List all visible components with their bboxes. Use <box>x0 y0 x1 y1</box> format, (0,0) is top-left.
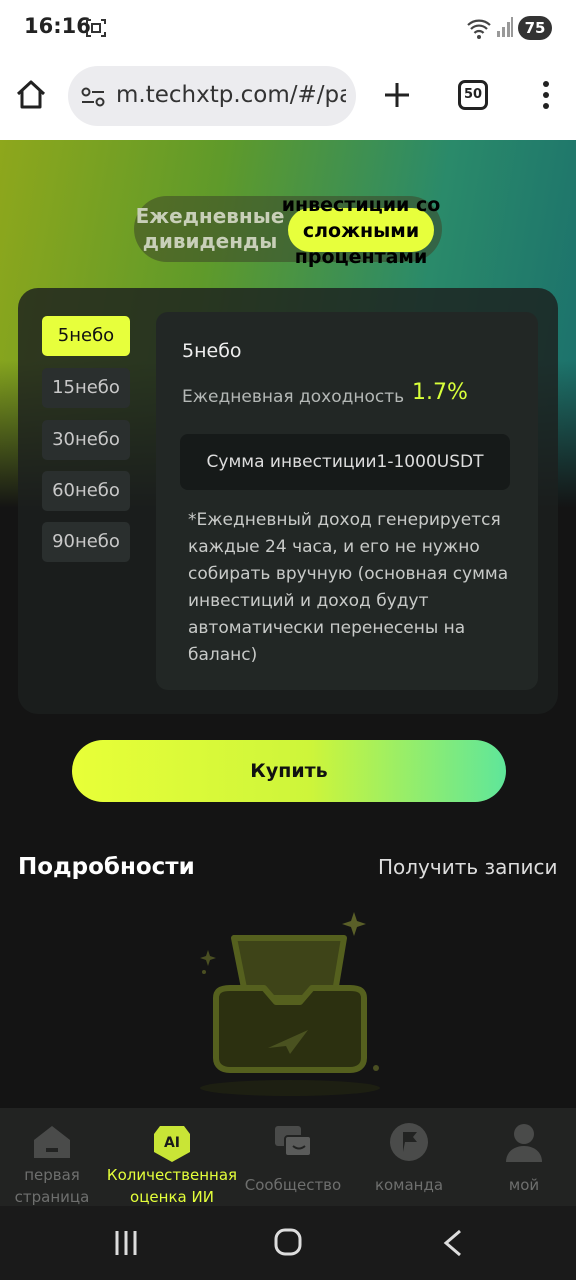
plan-title: 5небо <box>182 340 242 362</box>
recents-icon[interactable] <box>112 1228 140 1258</box>
profile-icon <box>506 1124 542 1162</box>
empty-inbox-icon <box>200 912 380 1096</box>
daily-yield-label: Ежедневная доходность <box>182 387 405 407</box>
ai-icon: AI <box>154 1126 190 1162</box>
url-text: m.techxtp.com/#/pa <box>116 82 346 108</box>
nav-ai-quant[interactable]: AI Количественная оценка ИИ <box>104 1108 240 1206</box>
home-button-icon[interactable] <box>272 1226 304 1258</box>
investment-type-toggle: Ежедневные дивиденды инвестиции со сложн… <box>134 194 442 268</box>
daily-dividends-option[interactable]: Ежедневные дивиденды <box>134 204 286 254</box>
income-note: *Ежедневный доход генерируется каждые 24… <box>188 510 509 665</box>
plan-tab-30[interactable]: 30небо <box>42 420 130 460</box>
home-icon[interactable] <box>14 78 48 112</box>
nav-profile-label: мой <box>508 1176 540 1194</box>
nav-home[interactable]: первая страница <box>0 1108 104 1206</box>
flag-icon <box>390 1123 428 1161</box>
tab-switcher-button[interactable]: 50 <box>458 80 488 110</box>
site-settings-icon[interactable] <box>80 84 106 110</box>
screenshot-icon <box>86 19 106 37</box>
plan-tab-15[interactable]: 15небо <box>42 368 130 408</box>
nav-community-label: Сообщество <box>244 1176 342 1194</box>
status-time: 16:16 <box>24 14 91 38</box>
system-navigation-bar <box>0 1206 576 1280</box>
plan-tab-90[interactable]: 90небо <box>42 522 130 562</box>
nav-ai-quant-label: Количественная оценка ИИ <box>106 1166 238 1206</box>
address-bar[interactable]: m.techxtp.com/#/pa <box>68 66 356 126</box>
home-icon <box>34 1126 70 1158</box>
battery-indicator: 75 <box>518 16 552 40</box>
wifi-icon <box>467 19 491 39</box>
get-records-link[interactable]: Получить записи <box>378 855 557 879</box>
more-vert-icon[interactable] <box>536 78 556 112</box>
plan-tab-5[interactable]: 5небо <box>42 316 130 356</box>
plan-tab-60[interactable]: 60небо <box>42 471 130 511</box>
details-title: Подробности <box>18 854 195 880</box>
daily-yield-value: 1.7% <box>412 380 468 405</box>
nav-home-label: первая страница <box>14 1166 90 1206</box>
nav-team[interactable]: команда <box>346 1108 472 1206</box>
plus-icon[interactable] <box>380 78 414 112</box>
compound-interest-option[interactable]: инвестиции со сложными процентами <box>280 192 442 270</box>
svg-text:AI: AI <box>164 1135 180 1151</box>
investment-amount-range: Сумма инвестиции1-1000USDT <box>180 434 510 490</box>
chat-icon <box>275 1126 312 1157</box>
status-bar: 16:16 75 <box>0 0 576 58</box>
buy-button[interactable]: Купить <box>72 740 506 802</box>
nav-team-label: команда <box>374 1176 444 1194</box>
back-icon[interactable] <box>440 1228 466 1258</box>
nav-profile[interactable]: мой <box>472 1108 576 1206</box>
signal-icon <box>497 17 513 37</box>
nav-community[interactable]: Сообщество <box>240 1108 346 1206</box>
browser-toolbar: m.techxtp.com/#/pa 50 <box>0 58 576 140</box>
bottom-navigation: первая страница AI Количественная оценка… <box>0 1108 576 1206</box>
